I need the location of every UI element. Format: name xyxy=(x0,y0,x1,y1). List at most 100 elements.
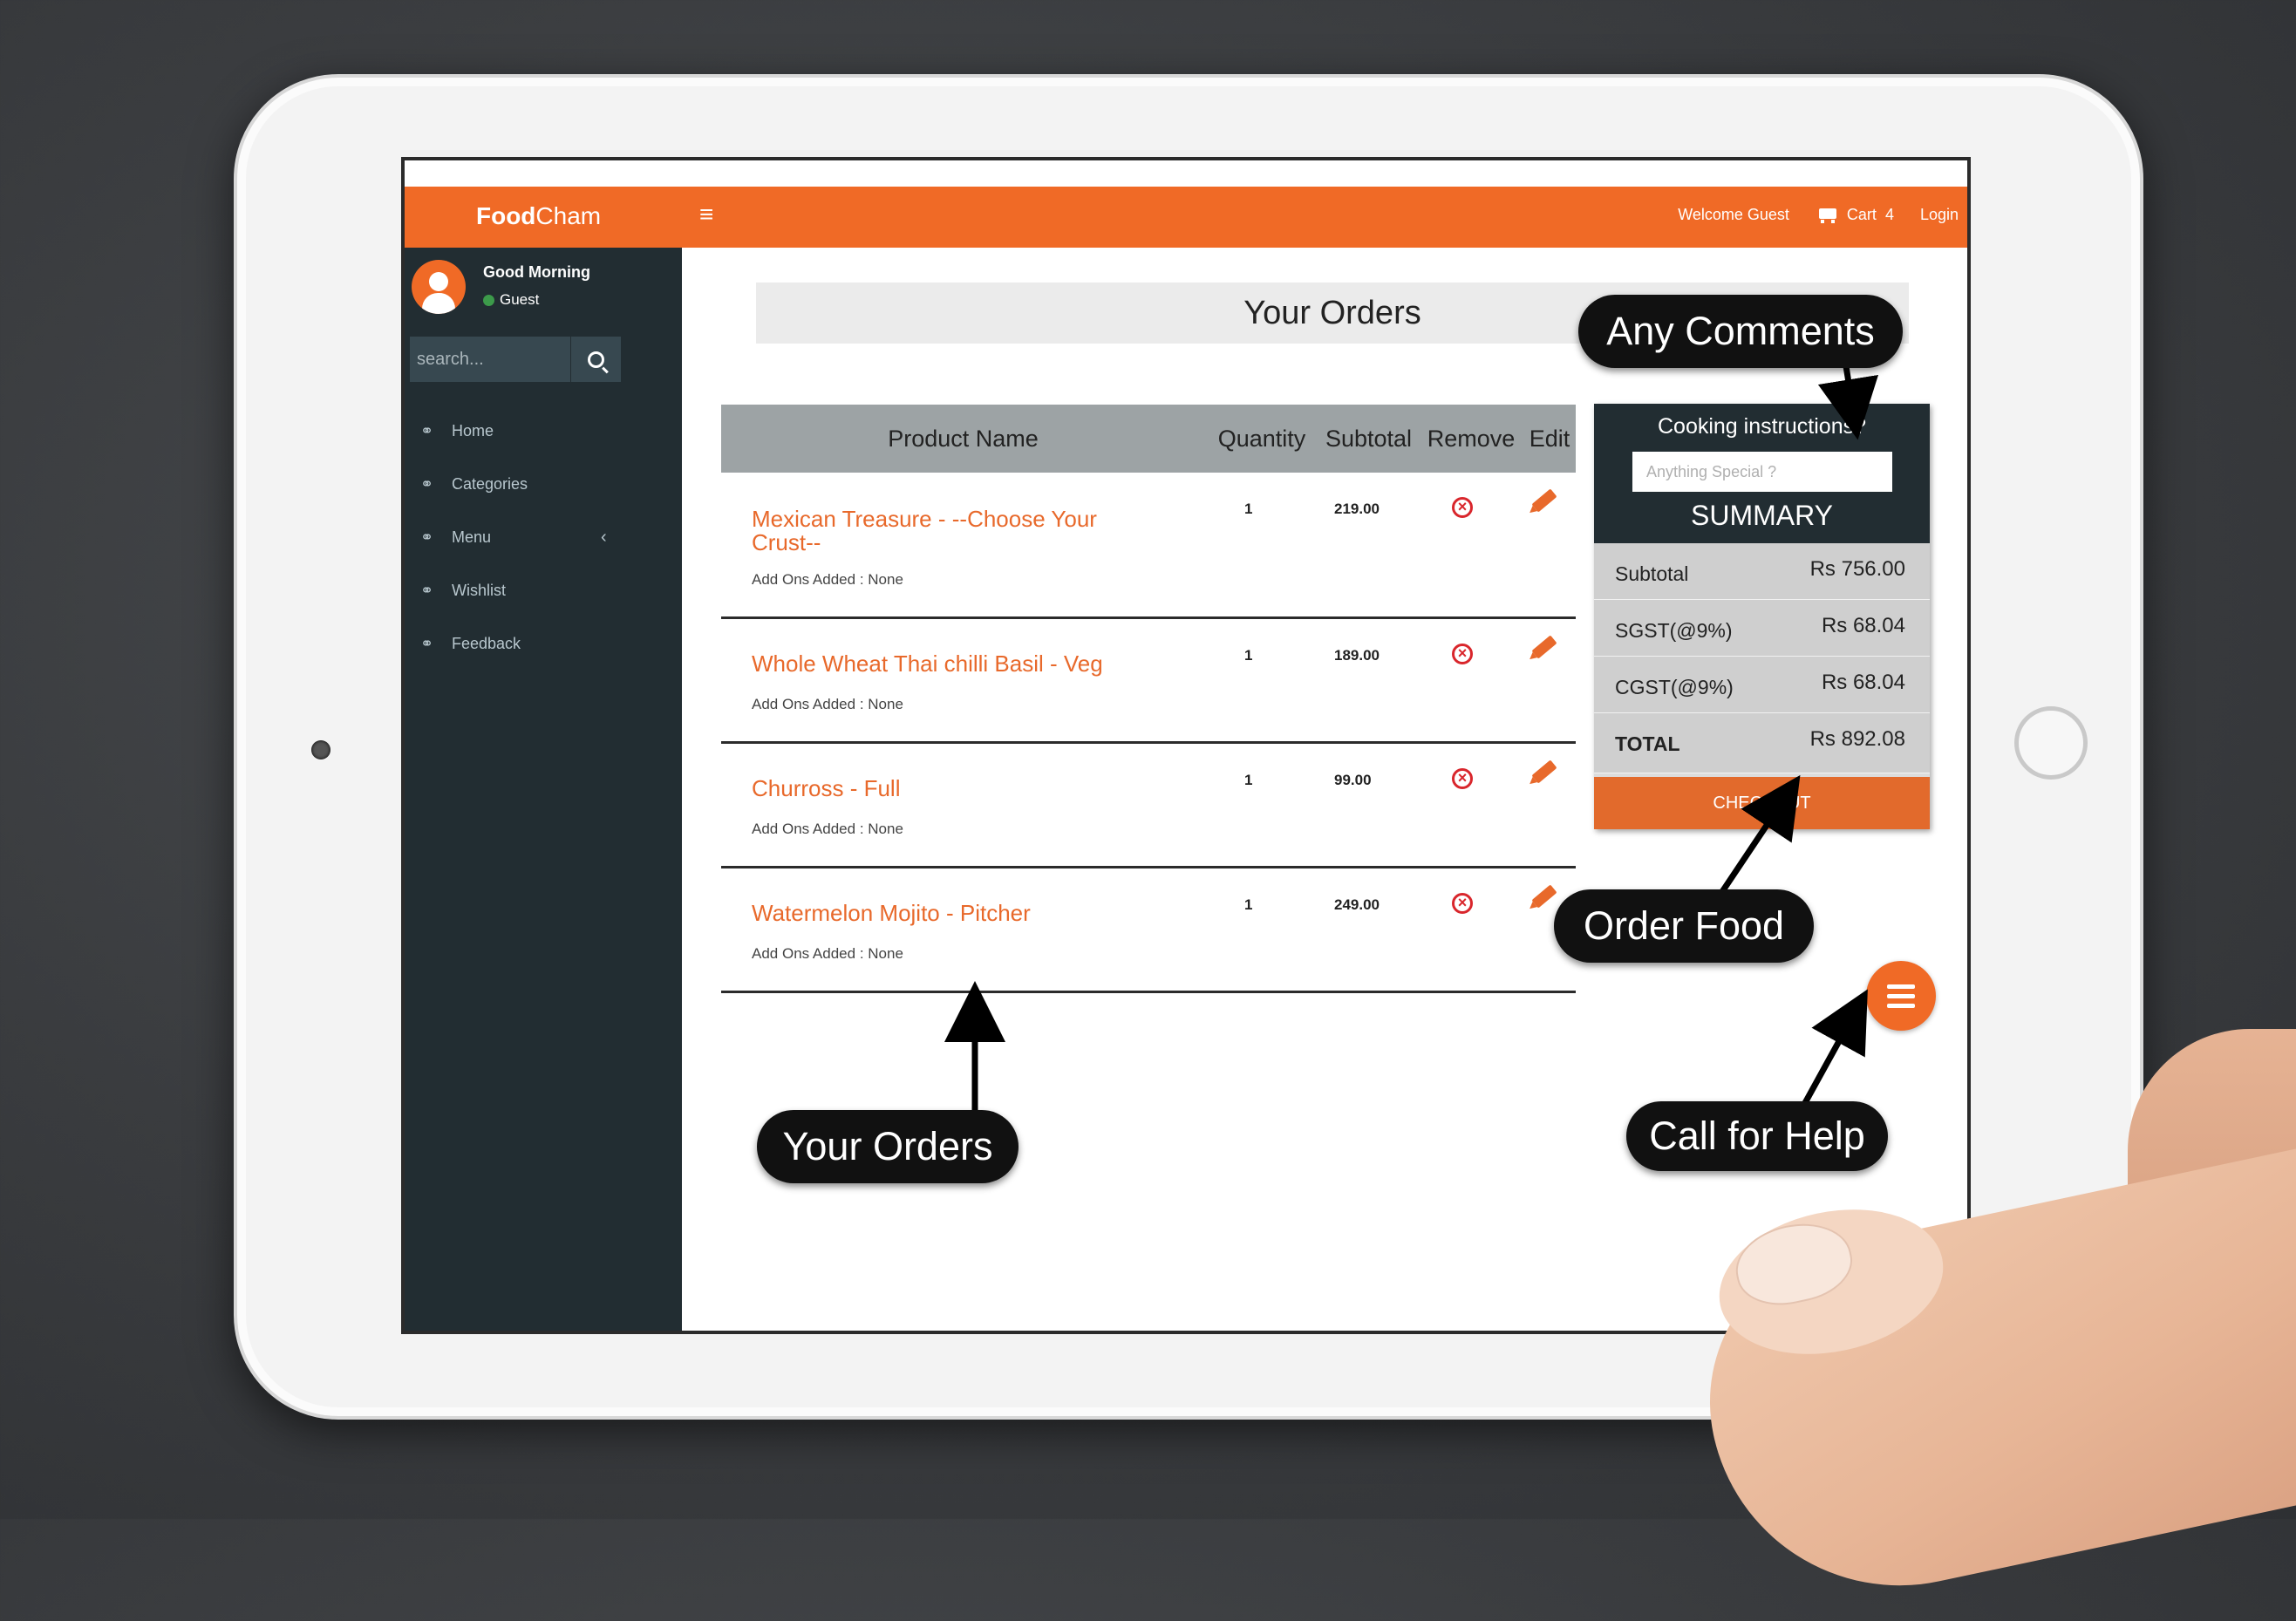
callout-your-orders: Your Orders xyxy=(757,1110,1019,1183)
table-header: Product Name Quantity Subtotal Remove Ed… xyxy=(721,405,1576,473)
cart-icon xyxy=(1816,207,1838,224)
tablet-home-button[interactable] xyxy=(2014,706,2088,780)
header-remove: Remove xyxy=(1427,425,1516,452)
subtotal-value: 249.00 xyxy=(1334,896,1380,913)
addons-text: Add Ons Added : None xyxy=(752,571,903,588)
edit-pencil-icon[interactable] xyxy=(1531,635,1557,659)
sidebar-item-home[interactable]: ⚭ Home xyxy=(405,405,682,458)
sidebar-item-label: Wishlist xyxy=(452,582,506,599)
sidebar-item-label: Menu xyxy=(452,528,492,546)
quantity-value: 1 xyxy=(1244,896,1253,913)
brand-bold: Food xyxy=(476,202,536,229)
link-icon: ⚭ xyxy=(420,635,434,652)
summary-row-subtotal: Subtotal Rs 756.00 xyxy=(1594,543,1930,600)
order-summary: Cooking instructions? SUMMARY Subtotal Rs… xyxy=(1594,404,1930,829)
sidebar-item-label: Feedback xyxy=(452,635,521,652)
call-for-help-menu-icon[interactable] xyxy=(1866,961,1936,1031)
edit-pencil-icon[interactable] xyxy=(1531,884,1557,909)
product-name-link[interactable]: Whole Wheat Thai chilli Basil - Veg xyxy=(752,652,1127,676)
callout-call-for-help: Call for Help xyxy=(1626,1101,1888,1171)
summary-row-sgst: SGST(@9%) Rs 68.04 xyxy=(1594,600,1930,657)
remove-icon[interactable]: × xyxy=(1452,644,1473,664)
subtotal-value: 189.00 xyxy=(1334,647,1380,664)
sidebar: Good Morning Guest ⚭ Home ⚭ Categories ⚭ Me… xyxy=(405,248,682,1331)
top-navbar: FoodCham ≡ Welcome Guest Cart 4 Login xyxy=(405,187,1967,248)
subtotal-value: 219.00 xyxy=(1334,501,1380,517)
callout-any-comments: Any Comments xyxy=(1578,295,1903,368)
summary-label: Subtotal xyxy=(1615,562,1689,585)
avatar xyxy=(412,260,466,314)
sidebar-item-label: Categories xyxy=(452,475,528,493)
link-icon: ⚭ xyxy=(420,582,434,599)
addons-text: Add Ons Added : None xyxy=(752,696,903,712)
link-icon: ⚭ xyxy=(420,475,434,493)
user-name: Guest xyxy=(500,291,540,308)
search-input[interactable] xyxy=(410,337,570,382)
header-quantity: Quantity xyxy=(1217,425,1306,452)
search-icon xyxy=(588,351,604,368)
cooking-instructions-input[interactable] xyxy=(1632,452,1892,492)
summary-header: Cooking instructions? SUMMARY xyxy=(1594,404,1930,543)
cart-count: 4 xyxy=(1884,206,1894,223)
table-row: Whole Wheat Thai chilli Basil - Veg Add … xyxy=(721,619,1576,744)
sidebar-toggle-icon[interactable]: ≡ xyxy=(699,201,713,228)
product-name-link[interactable]: Churross - Full xyxy=(752,777,1127,800)
remove-icon[interactable]: × xyxy=(1452,893,1473,914)
header-subtotal: Subtotal xyxy=(1325,425,1413,452)
summary-label: TOTAL xyxy=(1615,732,1680,755)
sidebar-search xyxy=(410,337,621,382)
callout-order-food: Order Food xyxy=(1554,889,1814,963)
header-edit: Edit xyxy=(1529,425,1570,452)
edit-pencil-icon[interactable] xyxy=(1531,759,1557,784)
checkout-button[interactable]: CHECKOUT xyxy=(1594,777,1930,829)
cooking-instructions-label: Cooking instructions? xyxy=(1657,414,1866,439)
sidebar-item-label: Home xyxy=(452,422,494,439)
link-icon: ⚭ xyxy=(420,422,434,439)
quantity-value: 1 xyxy=(1244,647,1253,664)
user-status: Guest xyxy=(483,291,539,309)
subtotal-value: 99.00 xyxy=(1334,772,1372,788)
summary-value: Rs 68.04 xyxy=(1821,671,1905,694)
summary-row-total: TOTAL Rs 892.08 xyxy=(1594,713,1930,773)
nav-right: Welcome Guest Cart 4 Login xyxy=(1678,206,1959,224)
link-icon: ⚭ xyxy=(420,528,434,546)
remove-icon[interactable]: × xyxy=(1452,497,1473,518)
table-row: Watermelon Mojito - Pitcher Add Ons Adde… xyxy=(721,868,1576,993)
cart-label: Cart xyxy=(1846,206,1877,223)
table-row: Churross - Full Add Ons Added : None 1 9… xyxy=(721,744,1576,868)
table-row: Mexican Treasure - --Choose Your Crust--… xyxy=(721,473,1576,619)
addons-text: Add Ons Added : None xyxy=(752,945,903,962)
summary-title: SUMMARY xyxy=(1691,500,1833,531)
orders-table: Product Name Quantity Subtotal Remove Ed… xyxy=(721,405,1576,993)
summary-row-cgst: CGST(@9%) Rs 68.04 xyxy=(1594,657,1930,713)
quantity-value: 1 xyxy=(1244,772,1253,788)
chevron-left-icon: ‹ xyxy=(601,528,607,547)
brand-logo[interactable]: FoodCham xyxy=(476,202,601,230)
sidebar-item-wishlist[interactable]: ⚭ Wishlist xyxy=(405,564,682,617)
greeting-text: Good Morning xyxy=(483,263,590,281)
online-dot-icon xyxy=(483,294,494,306)
search-button[interactable] xyxy=(570,337,621,382)
sidebar-item-feedback[interactable]: ⚭ Feedback xyxy=(405,617,682,671)
edit-pencil-icon[interactable] xyxy=(1531,488,1557,513)
summary-label: CGST(@9%) xyxy=(1615,676,1734,698)
summary-label: SGST(@9%) xyxy=(1615,619,1733,642)
cart-link[interactable]: Cart 4 xyxy=(1816,206,1894,224)
summary-value: Rs 68.04 xyxy=(1821,614,1905,637)
header-product-name: Product Name xyxy=(888,425,1039,452)
remove-icon[interactable]: × xyxy=(1452,768,1473,789)
addons-text: Add Ons Added : None xyxy=(752,821,903,837)
product-name-link[interactable]: Mexican Treasure - --Choose Your Crust-- xyxy=(752,507,1127,555)
quantity-value: 1 xyxy=(1244,501,1253,517)
summary-value: Rs 756.00 xyxy=(1809,557,1905,581)
welcome-text: Welcome Guest xyxy=(1678,206,1789,223)
tablet-camera xyxy=(311,740,330,759)
login-link[interactable]: Login xyxy=(1920,206,1959,224)
sidebar-item-menu[interactable]: ⚭ Menu ‹ xyxy=(405,511,682,564)
top-strip xyxy=(405,160,1967,188)
summary-value: Rs 892.08 xyxy=(1809,727,1905,751)
product-name-link[interactable]: Watermelon Mojito - Pitcher xyxy=(752,902,1127,925)
sidebar-menu: ⚭ Home ⚭ Categories ⚭ Menu ‹ ⚭ Wishlist ⚭ Feed… xyxy=(405,405,682,671)
sidebar-item-categories[interactable]: ⚭ Categories xyxy=(405,458,682,511)
brand-light: Cham xyxy=(535,202,602,229)
